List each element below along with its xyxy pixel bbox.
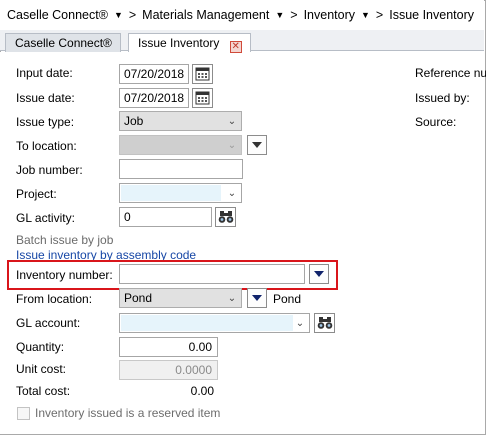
reference-number-label: Reference num	[415, 66, 486, 80]
gl-account-select[interactable]: ⌄	[119, 313, 310, 333]
tab-bar: Caselle Connect® Issue Inventory ✕	[0, 30, 484, 53]
chevron-down-icon: ⌄	[227, 115, 237, 127]
chevron-down-icon: ⌄	[227, 139, 237, 151]
gl-activity-label: GL activity:	[16, 211, 75, 225]
gl-account-field-tint	[121, 315, 293, 331]
issue-date-field[interactable]: 07/20/2018	[119, 88, 189, 108]
from-location-description: Pond	[273, 292, 302, 306]
quantity-field[interactable]: 0.00	[119, 337, 218, 357]
chevron-down-icon: ⌄	[227, 292, 237, 304]
chevron-down-icon: ⌄	[295, 317, 305, 329]
to-location-dropdown-button[interactable]	[247, 135, 267, 155]
reserved-item-checkbox[interactable]	[17, 407, 30, 420]
chevron-down-icon[interactable]: ▼	[114, 10, 123, 20]
from-location-dropdown-button[interactable]	[247, 288, 267, 308]
inventory-number-dropdown-button[interactable]	[309, 264, 329, 284]
project-select[interactable]: ⌄	[119, 183, 242, 203]
close-icon[interactable]: ✕	[229, 41, 242, 53]
issue-type-value: Job	[124, 114, 144, 128]
inventory-number-label: Inventory number:	[16, 268, 113, 282]
breadcrumb-separator: >	[375, 8, 384, 22]
breadcrumb-item-caselle-connect[interactable]: Caselle Connect®	[7, 8, 108, 22]
input-date-label: Input date:	[16, 66, 73, 80]
batch-issue-link[interactable]: Batch issue by job	[16, 233, 113, 247]
total-cost-label: Total cost:	[16, 384, 71, 398]
triangle-down-icon	[252, 295, 262, 301]
issue-type-label: Issue type:	[16, 115, 75, 129]
triangle-down-icon	[314, 271, 324, 277]
issue-inventory-form: Input date: 07/20/2018 Issue date: 07/20…	[0, 52, 486, 434]
tab-caselle-connect[interactable]: Caselle Connect®	[5, 33, 121, 52]
chevron-down-icon: ⌄	[227, 187, 237, 199]
from-location-value: Pond	[124, 291, 153, 305]
triangle-down-icon	[252, 142, 262, 148]
breadcrumb-item-materials-management[interactable]: Materials Management	[142, 8, 269, 22]
breadcrumb-separator: >	[128, 8, 137, 22]
unit-cost-field: 0.0000	[119, 360, 218, 380]
from-location-select[interactable]: Pond ⌄	[119, 288, 242, 308]
inventory-number-field[interactable]	[119, 264, 305, 284]
total-cost-value: 0.00	[190, 384, 214, 398]
tab-label: Issue Inventory	[138, 36, 220, 50]
project-label: Project:	[16, 187, 57, 201]
project-field-tint	[121, 185, 221, 201]
job-number-label: Job number:	[16, 163, 83, 177]
input-date-field[interactable]: 07/20/2018	[119, 64, 189, 84]
chevron-down-icon[interactable]: ▼	[361, 10, 370, 20]
from-location-label: From location:	[16, 292, 93, 306]
calendar-icon[interactable]	[192, 64, 213, 84]
issue-type-select[interactable]: Job ⌄	[119, 111, 242, 131]
chevron-down-icon[interactable]: ▼	[275, 10, 284, 20]
binoculars-icon[interactable]	[215, 207, 236, 227]
gl-activity-field[interactable]: 0	[119, 207, 212, 227]
reserved-item-label: Inventory issued is a reserved item	[35, 406, 221, 420]
gl-account-label: GL account:	[16, 316, 81, 330]
unit-cost-label: Unit cost:	[16, 362, 67, 376]
issue-date-label: Issue date:	[16, 91, 75, 105]
breadcrumb: Caselle Connect® ▼ > Materials Managemen…	[0, 0, 484, 30]
quantity-label: Quantity:	[16, 340, 65, 354]
breadcrumb-separator: >	[290, 8, 298, 22]
calendar-icon[interactable]	[192, 88, 213, 108]
tab-label: Caselle Connect®	[15, 36, 112, 50]
to-location-select[interactable]: ⌄	[119, 135, 242, 155]
breadcrumb-item-inventory[interactable]: Inventory	[304, 8, 355, 22]
job-number-field[interactable]	[119, 159, 243, 179]
issued-by-label: Issued by:	[415, 91, 470, 105]
source-label: Source:	[415, 115, 457, 129]
binoculars-icon[interactable]	[314, 313, 335, 333]
to-location-label: To location:	[16, 139, 77, 153]
breadcrumb-item-issue-inventory[interactable]: Issue Inventory	[389, 8, 474, 22]
tab-issue-inventory[interactable]: Issue Inventory ✕	[128, 33, 251, 53]
